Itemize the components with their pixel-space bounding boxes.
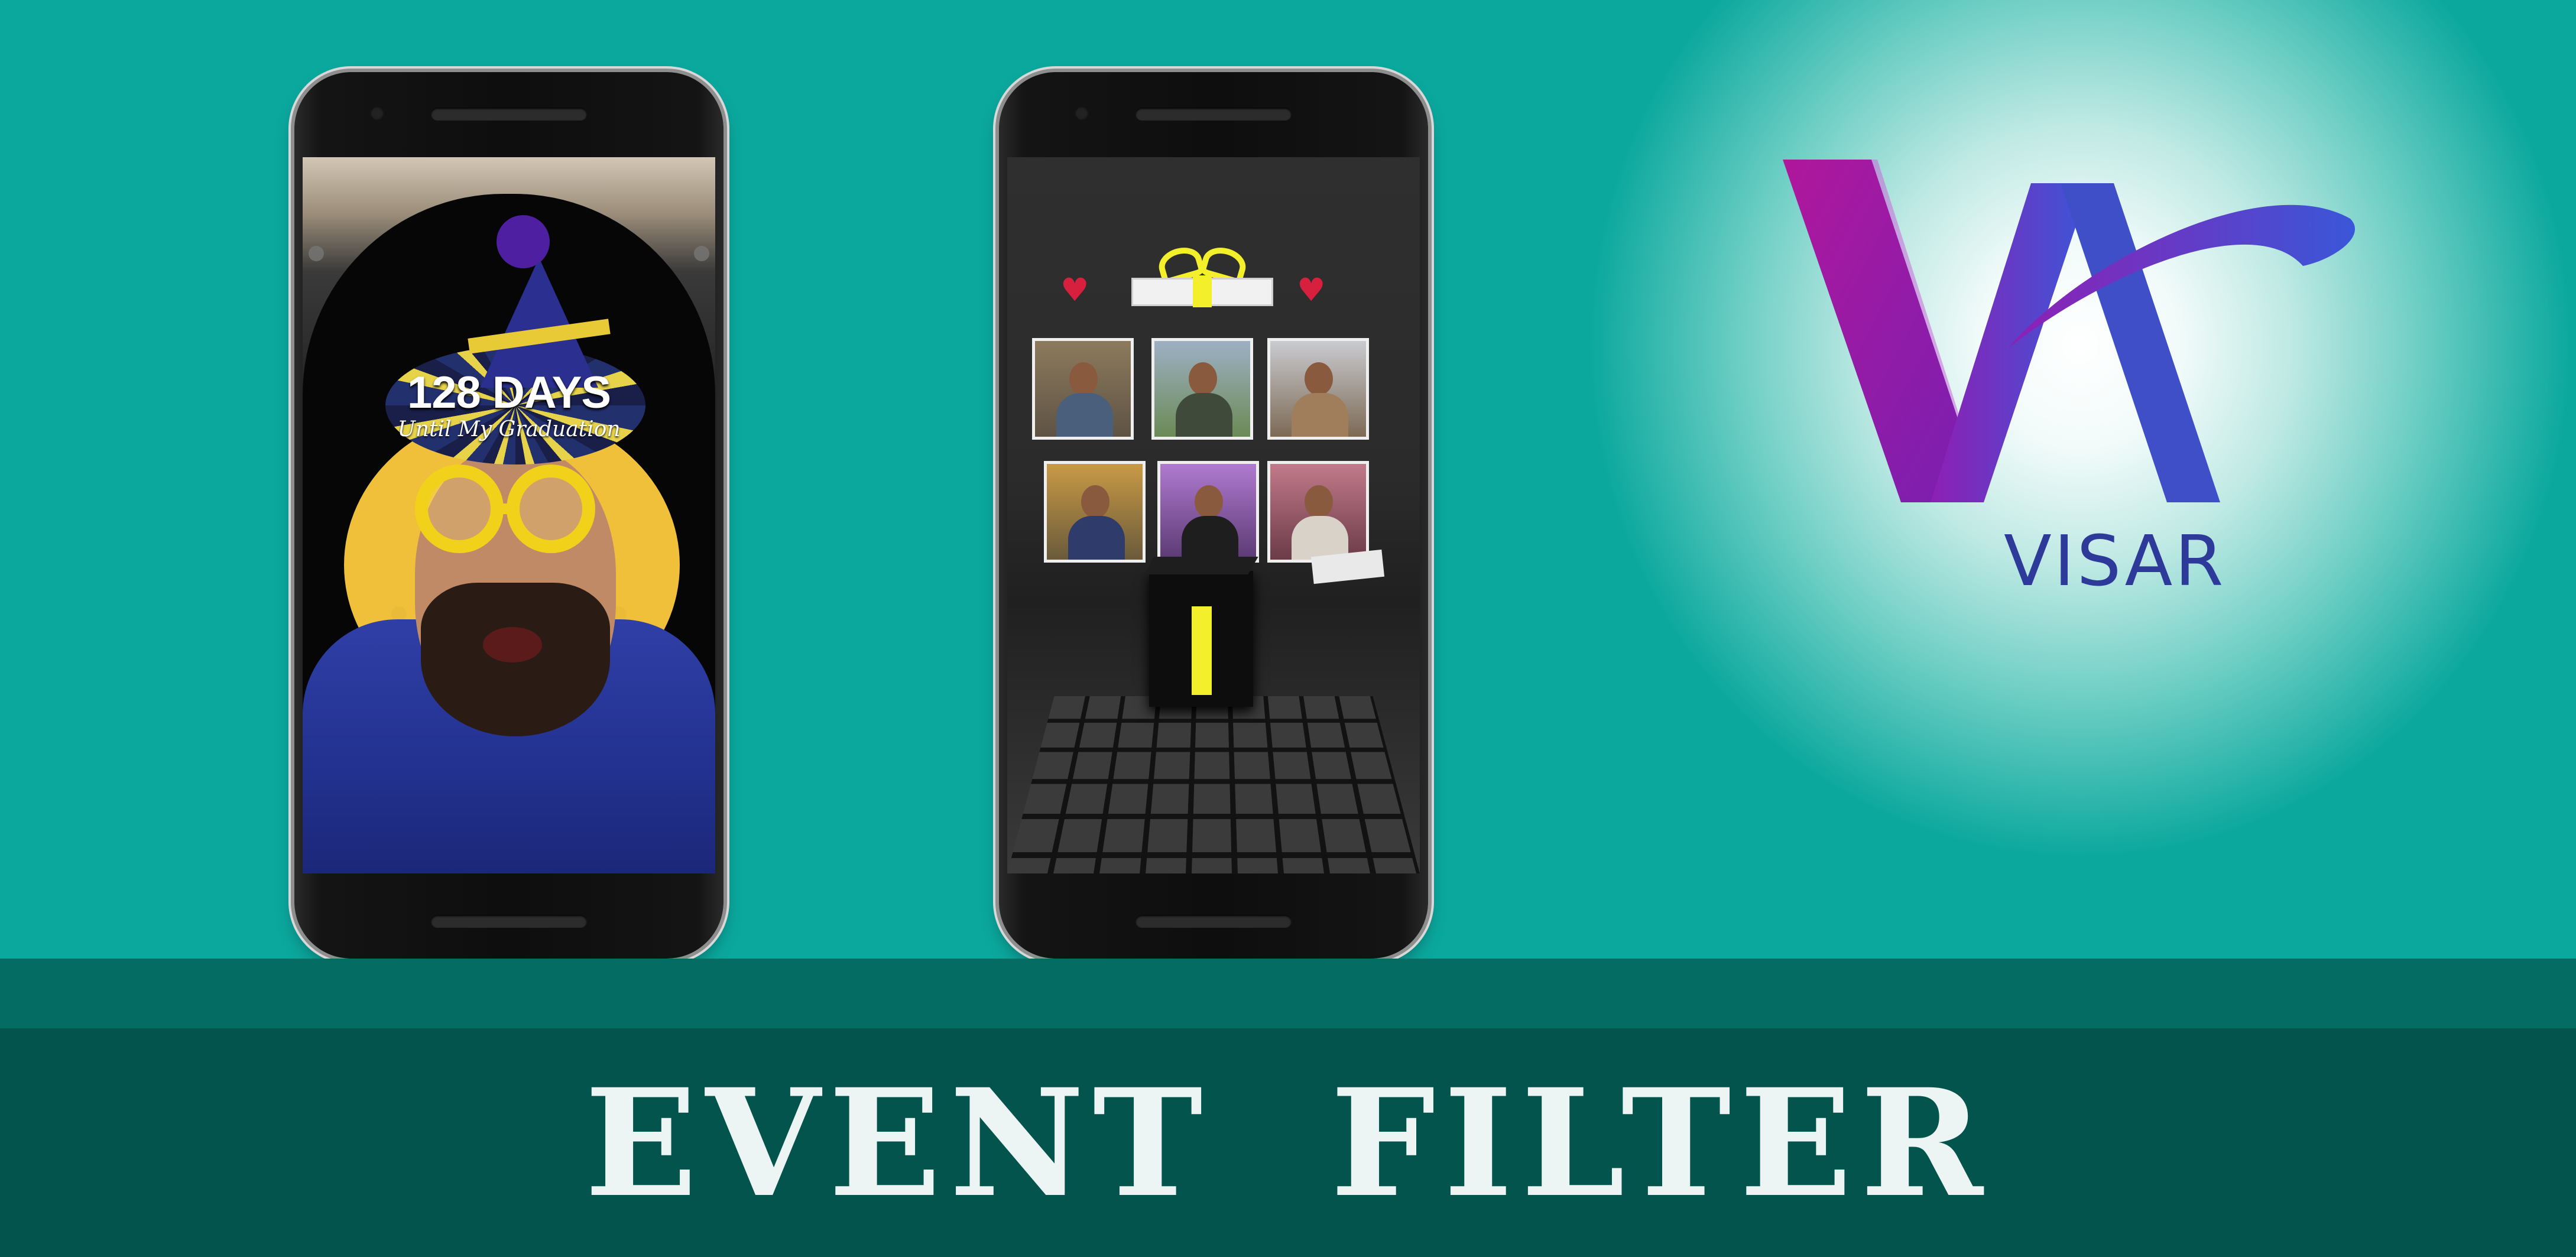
keyboard-background [1007, 696, 1420, 873]
front-camera-icon [1075, 106, 1089, 121]
collage-photo [1267, 461, 1369, 563]
banner-top-band [0, 959, 2576, 1028]
earpiece-speaker [1135, 108, 1292, 121]
ar-cube [1144, 557, 1258, 707]
gift-box-icon [1131, 242, 1273, 307]
days-countdown-text: 128 DAYS [407, 368, 611, 418]
collage-photo [1157, 461, 1259, 563]
earpiece-speaker [431, 108, 587, 121]
bottom-speaker [431, 915, 587, 928]
heart-icon: ♥ [1060, 271, 1089, 308]
yellow-glasses-right [507, 465, 595, 553]
collage-photo [1044, 461, 1146, 563]
phone-mockup-left: 128 DAYS Until My Graduation [294, 72, 724, 959]
collage-photo [1151, 338, 1253, 440]
phone-mockup-right: ♥ ♥ [999, 72, 1428, 959]
yellow-glasses-left [415, 465, 504, 553]
hat-pompom [497, 215, 550, 268]
heart-icon: ♥ [1297, 271, 1326, 308]
page-title: EVENT FILTER [585, 1055, 1991, 1230]
logo-wordmark: VISAR [2004, 520, 2226, 602]
collage-photo [1267, 338, 1369, 440]
front-camera-icon [370, 106, 384, 121]
graduation-subtitle: Until My Graduation [397, 417, 621, 441]
collage-photo [1032, 338, 1134, 440]
graduation-filter-screen: 128 DAYS Until My Graduation [303, 157, 715, 873]
gift-collage-filter-screen: ♥ ♥ [1007, 157, 1420, 873]
title-banner: EVENT FILTER [0, 1028, 2576, 1257]
bottom-speaker [1135, 915, 1292, 928]
